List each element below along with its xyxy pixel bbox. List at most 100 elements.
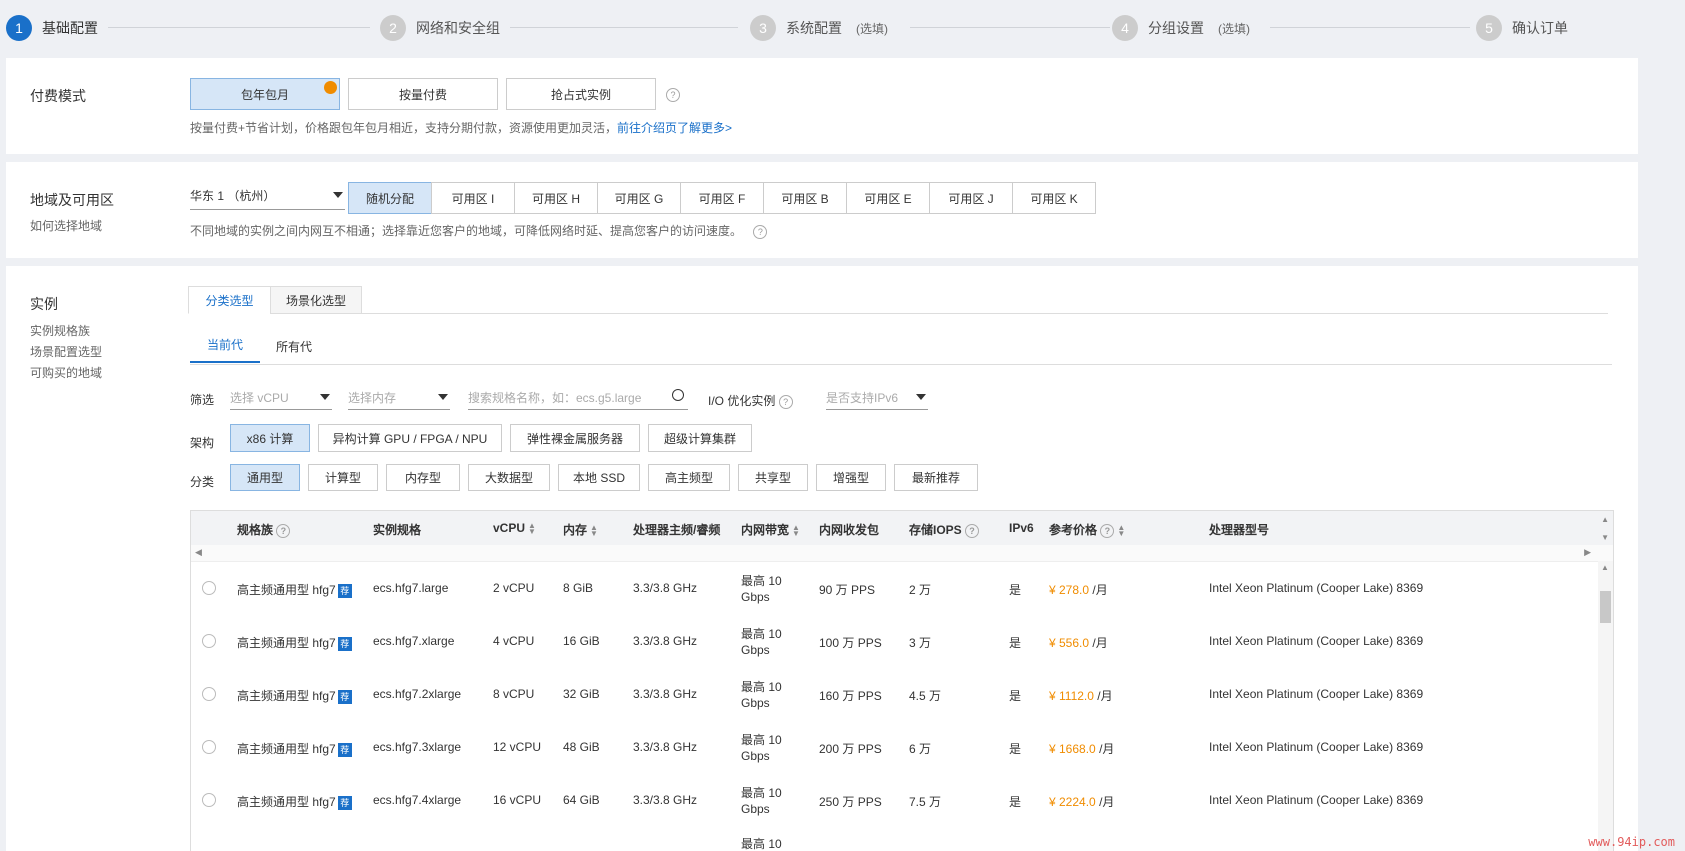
zone-random[interactable]: 随机分配	[348, 182, 432, 214]
search-icon[interactable]	[672, 389, 684, 401]
step-group-settings[interactable]: 4 分组设置 (选填)	[1112, 15, 1250, 41]
help-icon[interactable]: ?	[1100, 523, 1115, 538]
category-recommended[interactable]: 最新推荐	[894, 464, 978, 491]
price-unit: /月	[1099, 742, 1115, 756]
vcpu-select[interactable]: 选择 vCPU	[230, 386, 332, 410]
step-connector	[1270, 27, 1470, 28]
zone-h[interactable]: 可用区 H	[514, 182, 598, 214]
side-link-family[interactable]: 实例规格族	[30, 322, 90, 339]
scroll-up-icon[interactable]: ▲	[1601, 563, 1609, 572]
region-help-link[interactable]: 如何选择地域	[30, 217, 102, 234]
scroll-arrows-icon[interactable]: ▲ ▼	[1601, 515, 1609, 542]
step-optional: (选填)	[856, 21, 888, 36]
recommended-badge: 荐	[337, 742, 352, 757]
table-row[interactable]: 高主频通用型 hfg7 荐 ecs.hfg7.4xlarge 16 vCPU 64…	[191, 774, 1596, 828]
zone-g[interactable]: 可用区 G	[597, 182, 681, 214]
col-bandwidth[interactable]: 内网带宽 ▲ ▼	[741, 521, 800, 538]
vertical-scrollbar[interactable]: ▲	[1598, 561, 1613, 851]
help-icon[interactable]: ?	[753, 224, 768, 239]
col-pps: 内网收发包	[819, 523, 880, 537]
spec-search-input[interactable]: 搜索规格名称，如：ecs.g5.large	[468, 386, 688, 410]
category-label: 分类	[190, 475, 215, 489]
sort-icon[interactable]: ▲ ▼	[792, 523, 800, 537]
ipv6-select[interactable]: 是否支持IPv6	[826, 386, 928, 410]
col-ipv6: IPv6	[1009, 521, 1034, 535]
arch-x86[interactable]: x86 计算	[230, 424, 310, 452]
zone-e[interactable]: 可用区 E	[846, 182, 930, 214]
side-link-scenario[interactable]: 场景配置选型	[30, 343, 102, 360]
billing-option-label: 抢占式实例	[550, 87, 611, 102]
category-option-label: 本地 SSD	[572, 471, 625, 485]
step-network-security[interactable]: 2 网络和安全组	[380, 15, 500, 41]
category-local-ssd[interactable]: 本地 SSD	[558, 464, 640, 491]
scrollbar-thumb[interactable]	[1600, 591, 1611, 623]
help-icon[interactable]: ?	[666, 88, 680, 102]
table-row[interactable]: 最高 10	[191, 827, 1596, 851]
zone-i[interactable]: 可用区 I	[431, 182, 515, 214]
col-vcpu[interactable]: vCPU ▲ ▼	[493, 521, 536, 535]
row-ipv6: 是	[1009, 636, 1022, 650]
step-optional: (选填)	[1218, 21, 1250, 36]
sort-icon[interactable]: ▲ ▼	[590, 523, 598, 537]
category-shared[interactable]: 共享型	[738, 464, 808, 491]
sort-icon[interactable]: ▲ ▼	[1117, 523, 1125, 537]
subtab-current-gen[interactable]: 当前代	[190, 328, 260, 363]
help-icon[interactable]: ?	[276, 523, 291, 538]
scroll-right-icon[interactable]: ▶	[1584, 547, 1591, 558]
tab-scenario-selection[interactable]: 场景化选型	[270, 286, 362, 314]
row-radio[interactable]	[202, 581, 216, 595]
col-memory[interactable]: 内存 ▲ ▼	[563, 521, 598, 538]
sort-icon[interactable]: ▲ ▼	[528, 521, 536, 535]
billing-option-pay-as-you-go[interactable]: 按量付费	[348, 78, 498, 110]
table-row[interactable]: 高主频通用型 hfg7 荐 ecs.hfg7.large 2 vCPU 8 GiB…	[191, 562, 1596, 616]
region-select[interactable]: 华东 1 （杭州）	[190, 184, 345, 210]
table-row[interactable]: 高主频通用型 hfg7 荐 ecs.hfg7.3xlarge 12 vCPU 48…	[191, 721, 1596, 775]
row-ipv6: 是	[1009, 583, 1022, 597]
row-radio[interactable]	[202, 634, 216, 648]
search-placeholder: 搜索规格名称，如：ecs.g5.large	[468, 391, 642, 405]
category-high-freq[interactable]: 高主频型	[648, 464, 730, 491]
row-memory: 8 GiB	[563, 581, 594, 595]
tab-category-selection[interactable]: 分类选型	[188, 286, 271, 314]
memory-select[interactable]: 选择内存	[348, 386, 450, 410]
col-frequency: 处理器主频/睿频	[633, 523, 721, 537]
step-confirm-order[interactable]: 5 确认订单	[1476, 15, 1568, 41]
table-row[interactable]: 高主频通用型 hfg7 荐 ecs.hfg7.2xlarge 8 vCPU 32 …	[191, 668, 1596, 722]
zone-j[interactable]: 可用区 J	[929, 182, 1013, 214]
help-icon[interactable]: ?	[778, 394, 793, 409]
zone-b[interactable]: 可用区 B	[763, 182, 847, 214]
category-general[interactable]: 通用型	[230, 464, 300, 491]
category-memory[interactable]: 内存型	[386, 464, 460, 491]
scroll-left-icon[interactable]: ◀	[195, 547, 202, 558]
side-link-regions[interactable]: 可购买的地域	[30, 364, 102, 381]
billing-option-subscription[interactable]: 包年包月	[190, 78, 340, 110]
arch-super-computing[interactable]: 超级计算集群	[648, 424, 752, 452]
arch-bare-metal[interactable]: 弹性裸金属服务器	[510, 424, 640, 452]
billing-option-label: 按量付费	[398, 87, 447, 102]
col-price[interactable]: 参考价格 ? ▲ ▼	[1049, 521, 1125, 538]
table-row[interactable]: 高主频通用型 hfg7 荐 ecs.hfg7.xlarge 4 vCPU 16 G…	[191, 615, 1596, 669]
zone-k[interactable]: 可用区 K	[1012, 182, 1096, 214]
subtab-all-gen[interactable]: 所有代	[276, 338, 312, 355]
billing-option-spot[interactable]: 抢占式实例	[506, 78, 656, 110]
category-compute[interactable]: 计算型	[308, 464, 378, 491]
category-big-data[interactable]: 大数据型	[468, 464, 550, 491]
row-radio[interactable]	[202, 793, 216, 807]
zone-f[interactable]: 可用区 F	[680, 182, 764, 214]
step-basic-config[interactable]: 1 基础配置	[6, 15, 98, 41]
col-family[interactable]: 规格族 ?	[237, 521, 291, 538]
category-enhanced[interactable]: 增强型	[816, 464, 886, 491]
row-radio[interactable]	[202, 687, 216, 701]
row-radio[interactable]	[202, 740, 216, 754]
help-icon[interactable]: ?	[965, 523, 980, 538]
arch-heterogeneous[interactable]: 异构计算 GPU / FPGA / NPU	[318, 424, 502, 452]
row-family: 高主频通用型 hfg7 荐	[237, 793, 352, 810]
row-price: ¥ 2224.0 /月	[1049, 793, 1114, 810]
row-pps: 250 万 PPS	[819, 795, 882, 809]
watermark: www.94ip.com	[1588, 835, 1675, 849]
col-iops[interactable]: 存储IOPS ?	[909, 521, 980, 538]
horizontal-scrollbar[interactable]: ◀ ▶	[191, 545, 1613, 562]
billing-more-link[interactable]: 前往介绍页了解更多>	[617, 121, 732, 135]
region-hint-text: 不同地域的实例之间内网互不相通；选择靠近您客户的地域，可降低网络时延、提高您客户…	[190, 224, 743, 238]
step-system-config[interactable]: 3 系统配置 (选填)	[750, 15, 888, 41]
